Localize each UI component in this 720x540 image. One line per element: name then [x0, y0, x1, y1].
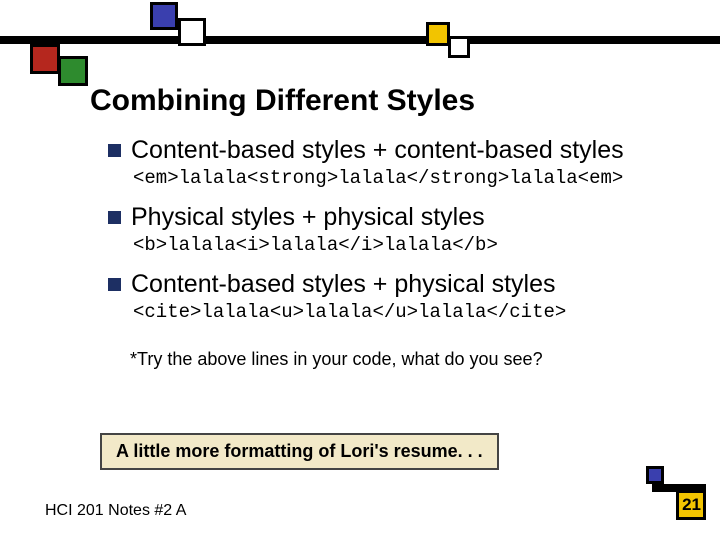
- try-note: *Try the above lines in your code, what …: [130, 349, 680, 370]
- decor-square-blue: [150, 2, 178, 30]
- code-sample: <b>lalala<i>lalala</i>lalala</b>: [133, 234, 680, 256]
- decor-square-white-right: [448, 36, 470, 58]
- decor-square-red: [30, 44, 60, 74]
- callout-ribbon: A little more formatting of Lori's resum…: [100, 433, 499, 470]
- decor-square-white: [178, 18, 206, 46]
- bullet-icon: [108, 144, 121, 157]
- bullet-icon: [108, 211, 121, 224]
- header-rule: [0, 36, 720, 44]
- decor-square-green: [58, 56, 88, 86]
- footer-text: HCI 201 Notes #2 A: [45, 502, 186, 520]
- page-number-square-blue: [646, 466, 664, 484]
- bullet-item: Physical styles + physical styles: [108, 203, 680, 232]
- slide-title: Combining Different Styles: [90, 84, 475, 118]
- bullet-text: Content-based styles + content-based sty…: [131, 136, 624, 165]
- bullet-item: Content-based styles + content-based sty…: [108, 136, 680, 165]
- code-sample: <em>lalala<strong>lalala</strong>lalala<…: [133, 167, 680, 189]
- slide-body: Content-based styles + content-based sty…: [108, 136, 680, 370]
- bullet-text: Content-based styles + physical styles: [131, 270, 556, 299]
- code-sample: <cite>lalala<u>lalala</u>lalala</cite>: [133, 301, 680, 323]
- decor-square-yellow: [426, 22, 450, 46]
- page-number: 21: [682, 495, 701, 515]
- bullet-text: Physical styles + physical styles: [131, 203, 485, 232]
- bullet-icon: [108, 278, 121, 291]
- bullet-item: Content-based styles + physical styles: [108, 270, 680, 299]
